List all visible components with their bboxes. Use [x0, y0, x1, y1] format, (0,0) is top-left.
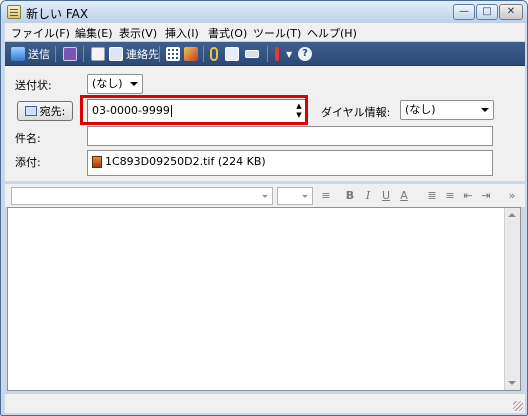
cover-page-select[interactable]: (なし): [87, 74, 143, 94]
contacts-label: 連絡先: [126, 48, 159, 61]
bold-icon: B: [345, 189, 355, 202]
chevron-down-icon: [302, 195, 308, 198]
save-icon: [63, 47, 77, 61]
fax-number-highlight: [80, 95, 308, 125]
font-color-icon: A: [400, 189, 408, 202]
italic-button[interactable]: I: [361, 188, 375, 204]
toolbar-separator: [55, 46, 56, 62]
scroll-down-icon[interactable]: [508, 381, 516, 385]
window-title: 新しい FAX: [26, 7, 89, 21]
grid-button[interactable]: [166, 46, 180, 62]
italic-icon: I: [365, 189, 371, 202]
chevron-down-icon: [130, 82, 138, 86]
grid-icon: [166, 47, 180, 61]
page-icon: [91, 47, 105, 61]
resize-grip-icon[interactable]: [513, 401, 523, 411]
attachment-field: 1C893D09250D2.tif (224 KB): [87, 150, 493, 176]
increase-indent-icon: ⇥: [481, 189, 491, 202]
contacts-icon: [109, 47, 123, 61]
priority-dropdown[interactable]: ▼: [286, 46, 292, 62]
paperclip-icon: [210, 47, 218, 61]
numbered-list-button[interactable]: ≣: [425, 188, 439, 204]
menu-format[interactable]: 書式(O): [208, 25, 247, 41]
increase-indent-button[interactable]: ⇥: [479, 188, 493, 204]
minimize-button[interactable]: —: [453, 4, 475, 20]
paragraph-style-button[interactable]: ≡: [319, 188, 333, 204]
bullet-list-icon: ≡: [445, 189, 455, 202]
subject-input[interactable]: [87, 126, 493, 146]
decrease-indent-icon: ⇤: [463, 189, 473, 202]
attach-button[interactable]: [210, 46, 218, 62]
dialing-rule-value: (なし): [405, 103, 436, 116]
check-names-icon: [184, 47, 198, 61]
chevron-down-icon: [262, 195, 268, 198]
decrease-indent-button[interactable]: ⇤: [461, 188, 475, 204]
bullet-list-button[interactable]: ≡: [443, 188, 457, 204]
status-bar: [5, 393, 525, 413]
menu-insert[interactable]: 挿入(I): [165, 25, 199, 41]
menu-help[interactable]: ヘルプ(H): [307, 25, 357, 41]
contacts-button[interactable]: 連絡先: [109, 46, 159, 62]
scanner-icon: [245, 50, 259, 58]
scroll-up-icon[interactable]: [508, 213, 516, 217]
menu-view[interactable]: 表示(V): [119, 25, 157, 41]
title-bar[interactable]: 新しい FAX — □ ✕: [1, 1, 527, 23]
fax-app-icon: [7, 5, 21, 19]
chevron-down-icon: ▼: [286, 49, 293, 59]
maximize-button[interactable]: □: [476, 4, 498, 20]
check-names-button[interactable]: [184, 46, 198, 62]
message-body-editor[interactable]: [7, 207, 521, 391]
scan-button[interactable]: [245, 46, 259, 62]
menu-bar: ファイル(F) 編集(E) 表示(V) 挿入(I) 書式(O) ツール(T) ヘ…: [5, 23, 525, 42]
menu-edit[interactable]: 編集(E): [75, 25, 113, 41]
tif-file-icon: [92, 155, 102, 168]
help-icon: ?: [298, 47, 312, 61]
send-icon: [11, 47, 25, 61]
dialing-rule-label: ダイヤル情報:: [321, 106, 391, 119]
send-label: 送信: [28, 48, 50, 61]
cover-page-value: (なし): [92, 77, 123, 90]
subject-label: 件名:: [15, 132, 41, 145]
font-name-select[interactable]: [11, 187, 273, 205]
formatting-toolbar: ≡ B I U A ≣ ≡ ⇤ ⇥ »: [5, 183, 525, 207]
send-button[interactable]: 送信: [11, 46, 50, 62]
font-size-select[interactable]: [277, 187, 313, 205]
bold-button[interactable]: B: [343, 188, 357, 204]
fax-window: 新しい FAX — □ ✕ ファイル(F) 編集(E) 表示(V) 挿入(I) …: [0, 0, 528, 416]
toolbar: 送信 連絡先 ▼ ?: [5, 42, 525, 66]
more-icon: »: [508, 189, 516, 202]
exclamation-icon: [275, 47, 279, 61]
close-button[interactable]: ✕: [499, 4, 523, 20]
dialing-rule-select[interactable]: (なし): [400, 100, 494, 120]
toolbar-separator: [203, 46, 204, 62]
attachment-name: 1C893D09250D2.tif (224 KB): [105, 155, 266, 168]
save-button[interactable]: [63, 46, 77, 62]
underline-icon: U: [381, 189, 391, 202]
underline-button[interactable]: U: [379, 188, 393, 204]
menu-tools[interactable]: ツール(T): [253, 25, 301, 41]
cover-page-button[interactable]: [91, 46, 105, 62]
menu-file[interactable]: ファイル(F): [11, 25, 70, 41]
priority-button[interactable]: [275, 46, 279, 62]
toolbar-separator: [267, 46, 268, 62]
insert-picture-button[interactable]: [225, 46, 239, 62]
to-button-label: 宛先:: [39, 105, 66, 118]
help-button[interactable]: ?: [298, 46, 312, 62]
paragraph-style-icon: ≡: [321, 189, 331, 202]
more-buttons[interactable]: »: [505, 188, 519, 204]
toolbar-separator: [83, 46, 84, 62]
to-button[interactable]: 宛先:: [17, 101, 73, 121]
attachment-item[interactable]: 1C893D09250D2.tif (224 KB): [92, 155, 266, 168]
font-color-button[interactable]: A: [397, 188, 411, 204]
address-book-icon: [24, 106, 37, 116]
chevron-down-icon: [481, 108, 489, 112]
toolbar-separator: [159, 46, 160, 62]
vertical-scrollbar[interactable]: [504, 208, 520, 390]
numbered-list-icon: ≣: [427, 189, 437, 202]
attachment-label: 添付:: [15, 156, 41, 169]
picture-icon: [225, 47, 239, 61]
cover-page-label: 送付状:: [15, 79, 52, 92]
